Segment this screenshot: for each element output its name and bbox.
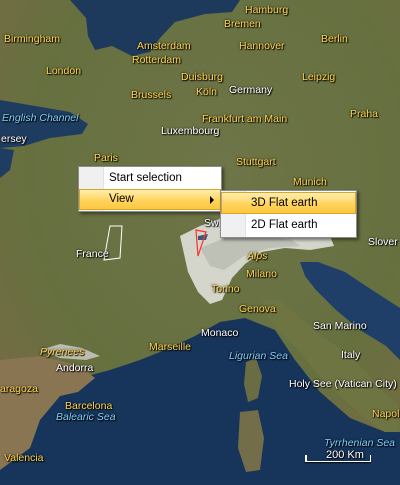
label-holy-see: Holy See (Vatican City) [289,378,397,390]
context-menu: Start selection View [78,166,222,212]
label-praha: Praha [350,108,379,120]
label-paris: Paris [94,152,118,164]
label-genova: Genova [239,303,276,315]
menu-item-label: 2D Flat earth [251,219,318,231]
label-koln: Köln [196,86,218,98]
label-andorra: Andorra [56,362,94,374]
label-brussels: Brussels [131,89,172,101]
menu-item-label: View [109,193,134,205]
label-luxembourg: Luxembourg [161,125,220,137]
label-zaragoza: aragoza [0,383,38,395]
label-leipzig: Leipzig [302,71,336,83]
submenu-arrow-icon [210,196,214,204]
label-pyrenees: Pyrenees [40,346,85,358]
label-germany: Germany [229,84,273,96]
menu-item-view[interactable]: View [79,189,221,210]
menu-item-3d-flat-earth[interactable]: 3D Flat earth [221,192,356,214]
label-stuttgart: Stuttgart [236,156,276,168]
menu-item-start-selection[interactable]: Start selection [79,168,221,189]
label-france: France [76,248,109,260]
label-hannover: Hannover [239,40,285,52]
label-berlin: Berlin [321,33,348,45]
label-ligurian-sea: Ligurian Sea [229,350,288,362]
label-amsterdam: Amsterdam [137,40,191,52]
label-napoli: Napol [372,408,400,420]
label-marseille: Marseille [149,341,192,353]
scale-label: 200 Km [326,449,364,461]
label-italy: Italy [341,349,361,361]
label-english-channel: English Channel [2,112,79,124]
label-valencia: Valencia [4,452,44,464]
label-swiss: Swi [204,217,221,229]
scale-tick-right [369,455,371,462]
label-milano: Milano [246,268,277,280]
view-submenu: 3D Flat earth 2D Flat earth [220,190,357,238]
label-san-marino: San Marino [313,320,367,332]
label-bremen: Bremen [224,18,261,30]
label-slovenia: Slover [368,236,398,248]
label-monaco: Monaco [201,327,239,339]
label-tyrrhenian-sea: Tyrrhenian Sea [324,437,396,449]
label-alps: Alps [247,250,268,262]
menu-item-2d-flat-earth[interactable]: 2D Flat earth [221,214,356,236]
scale-line [305,461,371,462]
scale-tick-left [305,455,307,462]
label-birmingham: Birmingham [4,33,61,45]
label-balearic-sea: Balearic Sea [56,411,116,423]
label-torino: Torino [211,283,240,295]
label-hamburg: Hamburg [245,4,289,16]
label-duisburg: Duisburg [181,71,224,83]
map-viewport[interactable]: Hamburg Bremen Birmingham Amsterdam Hann… [0,0,400,485]
menu-item-label: 3D Flat earth [251,197,318,209]
label-frankfurt: Frankfurt am Main [202,113,288,125]
label-london: London [46,65,82,77]
label-munich: Munich [293,176,327,188]
label-rotterdam: Rotterdam [132,54,182,66]
label-jersey: ersey [1,133,27,145]
menu-item-label: Start selection [109,172,182,184]
